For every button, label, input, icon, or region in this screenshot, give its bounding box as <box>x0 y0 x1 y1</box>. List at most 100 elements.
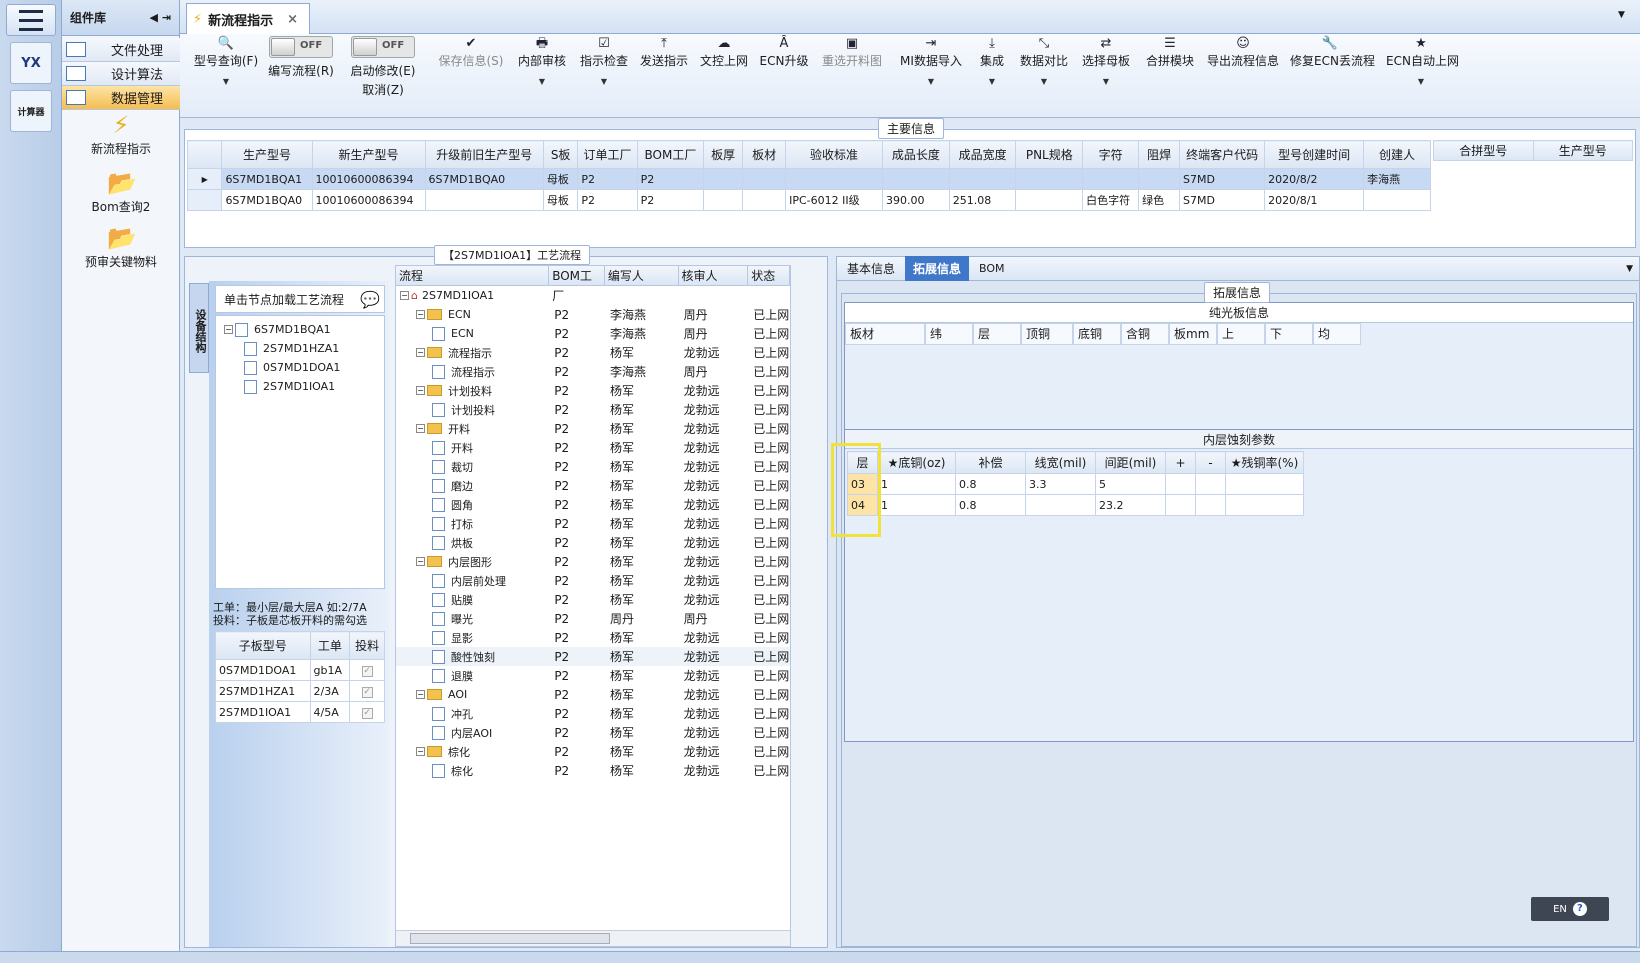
language-bar[interactable]: EN? <box>1531 897 1609 921</box>
cancel-button[interactable]: 取消(Z) <box>346 81 420 98</box>
table-cell[interactable]: 3.3 <box>1025 473 1096 495</box>
col-header[interactable]: 含铜 <box>1121 323 1169 345</box>
table-row[interactable]: 0S7MD1DOA1 gb1A ✓ <box>215 659 385 681</box>
col-header[interactable]: 创建人 <box>1363 140 1431 169</box>
col-header[interactable]: - <box>1195 451 1226 474</box>
nav-data-management[interactable]: 数据管理 <box>62 86 180 110</box>
flow-row[interactable]: 内层前处理 P2 杨军 龙勃远 已上网 <box>396 571 790 590</box>
flow-row[interactable]: − 开料 P2 杨军 龙勃远 已上网 <box>396 419 790 438</box>
col-header[interactable]: 成品宽度 <box>948 140 1017 169</box>
col-header[interactable]: 新生产型号 <box>311 140 426 169</box>
col-header[interactable]: ★底铜(oz) <box>877 451 956 474</box>
flow-row[interactable]: − AOI P2 杨军 龙勃远 已上网 <box>396 685 790 704</box>
col-header[interactable]: 间距(mil) <box>1095 451 1166 474</box>
lang-label[interactable]: EN <box>1553 904 1567 915</box>
collapse-icon[interactable]: − <box>400 291 409 300</box>
table-cell[interactable]: 1 <box>877 494 956 516</box>
mi-import-button[interactable]: ⇥ MI数据导入 ▼ <box>896 36 966 86</box>
model-query-button[interactable]: 🔍 型号查询(F) ▼ <box>190 36 262 86</box>
ecn-upgrade-button[interactable]: Ȃ ECN升级 <box>756 36 812 69</box>
col-header[interactable]: 板mm <box>1169 323 1217 345</box>
help-icon[interactable]: ? <box>1572 902 1587 916</box>
menu-button[interactable] <box>6 4 56 36</box>
col-header[interactable]: 终端客户代码 <box>1179 140 1266 169</box>
table-cell[interactable] <box>1165 473 1196 495</box>
flow-row[interactable]: 贴膜 P2 杨军 龙勃远 已上网 <box>396 590 790 609</box>
side-tab-equipment[interactable]: 设备结构 <box>189 283 209 373</box>
export-button[interactable]: ☺ 导出流程信息 <box>1204 36 1282 69</box>
col-header[interactable]: 验收标准 <box>785 140 883 169</box>
checkbox-cell[interactable]: ✓ <box>349 701 385 723</box>
checkbox-cell[interactable]: ✓ <box>349 659 385 681</box>
nav-file-processing[interactable]: 文件处理 <box>62 38 180 62</box>
col-header[interactable]: BOM工厂 <box>549 265 605 303</box>
table-cell[interactable]: 1 <box>877 473 956 495</box>
table-row[interactable]: 6S7MD1BQA0 10010600086394 母板 P2 P2 IPC-6012 I… <box>186 189 1431 211</box>
col-header[interactable]: 上 <box>1217 323 1265 345</box>
flow-row[interactable]: 打标 P2 杨军 龙勃远 已上网 <box>396 514 790 533</box>
calculator-icon[interactable]: 计算器 <box>10 90 52 132</box>
col-header[interactable]: 下 <box>1265 323 1313 345</box>
table-cell[interactable] <box>1195 473 1226 495</box>
col-header[interactable]: 流程 <box>396 265 550 286</box>
table-cell[interactable] <box>1195 494 1226 516</box>
tab-new-process[interactable]: ⚡ 新流程指示 × <box>186 3 310 34</box>
col-header[interactable]: 顶铜 <box>1021 323 1073 345</box>
table-row[interactable]: 04 1 0.8 23.2 <box>847 494 1304 516</box>
checkbox-icon[interactable]: ✓ <box>361 666 373 677</box>
lib-new-process[interactable]: ⚡ 新流程指示 <box>62 112 180 157</box>
send-button[interactable]: ⤒ 发送指示 <box>636 36 692 69</box>
table-cell[interactable] <box>1165 494 1196 516</box>
col-header[interactable]: 纬 <box>925 323 973 345</box>
flow-row[interactable]: − 流程指示 P2 杨军 龙勃远 已上网 <box>396 343 790 362</box>
merge-button[interactable]: ☰ 合拼模块 <box>1142 36 1198 69</box>
col-header[interactable]: 板材 <box>742 140 787 169</box>
checkbox-icon[interactable]: ✓ <box>361 687 373 698</box>
col-header[interactable]: BOM工厂 <box>636 140 705 169</box>
flow-row[interactable]: 流程指示 P2 李海燕 周丹 已上网 <box>396 362 790 381</box>
tree-node[interactable]: − 6S7MD1BQA1 <box>216 320 384 339</box>
tab-bom[interactable]: BOM <box>969 262 1015 275</box>
col-header[interactable]: 子板型号 <box>215 631 311 660</box>
doc-upload-button[interactable]: ☁ 文控上网 <box>696 36 752 69</box>
lib-review-materials[interactable]: 📂 预审关键物料 <box>62 225 180 270</box>
checkbox-cell[interactable]: ✓ <box>349 680 385 702</box>
collapse-icon[interactable]: − <box>416 557 425 566</box>
flow-row[interactable]: 显影 P2 杨军 龙勃远 已上网 <box>396 628 790 647</box>
reselect-button[interactable]: ▣ 重选开料图 <box>816 36 888 69</box>
table-cell[interactable]: 23.2 <box>1095 494 1166 516</box>
table-row[interactable]: ▶ 6S7MD1BQA1 10010600086394 6S7MD1BQA0 母板 P2 P… <box>186 168 1431 190</box>
col-header[interactable]: 层 <box>973 323 1021 345</box>
checkbox-icon[interactable]: ✓ <box>361 708 373 719</box>
flow-row[interactable]: 酸性蚀刻 P2 杨军 龙勃远 已上网 <box>396 647 790 666</box>
col-header[interactable]: 生产型号 <box>221 140 313 169</box>
save-button[interactable]: ✔ 保存信息(S) <box>436 36 506 69</box>
flow-row[interactable]: 烘板 P2 杨军 龙勃远 已上网 <box>396 533 790 552</box>
col-header[interactable]: 状态 <box>748 265 790 286</box>
table-cell[interactable] <box>1025 494 1096 516</box>
col-header[interactable]: 型号创建时间 <box>1264 140 1365 169</box>
horizontal-scrollbar[interactable] <box>396 930 790 946</box>
ecn-auto-button[interactable]: ★ ECN自动上网 ▼ <box>1386 36 1459 86</box>
tree-node[interactable]: 2S7MD1HZA1 <box>216 339 384 358</box>
table-cell[interactable] <box>1225 494 1304 516</box>
col-header[interactable]: ★残铜率(%) <box>1225 451 1304 474</box>
col-header[interactable]: 板厚 <box>703 140 744 169</box>
collapse-icon[interactable]: − <box>416 747 425 756</box>
collapse-icon[interactable]: − <box>416 424 425 433</box>
auto-modify-toggle[interactable]: OFF 启动修改(E) 取消(Z) <box>346 36 420 98</box>
flow-row[interactable]: 棕化 P2 杨军 龙勃远 已上网 <box>396 761 790 780</box>
col-header[interactable]: PNL规格 <box>1015 140 1084 169</box>
flow-row[interactable]: − 内层图形 P2 杨军 龙勃远 已上网 <box>396 552 790 571</box>
flow-row[interactable]: − ⌂ 2S7MD1IOA1 <box>396 286 790 305</box>
collapse-icon[interactable]: − <box>416 386 425 395</box>
flow-row[interactable]: − 棕化 P2 杨军 龙勃远 已上网 <box>396 742 790 761</box>
flow-row[interactable]: − ECN P2 李海燕 周丹 已上网 <box>396 305 790 324</box>
internal-review-button[interactable]: 🖶 内部审核 ▼ <box>514 36 570 86</box>
flow-row[interactable]: 开料 P2 杨军 龙勃远 已上网 <box>396 438 790 457</box>
collapse-icon[interactable]: − <box>416 310 425 319</box>
flow-row[interactable]: 曝光 P2 周丹 周丹 已上网 <box>396 609 790 628</box>
tab-basic-info[interactable]: 基本信息 <box>837 260 905 277</box>
check-button[interactable]: ☑ 指示检查 ▼ <box>576 36 632 86</box>
col-header[interactable]: 编写人 <box>605 265 679 286</box>
